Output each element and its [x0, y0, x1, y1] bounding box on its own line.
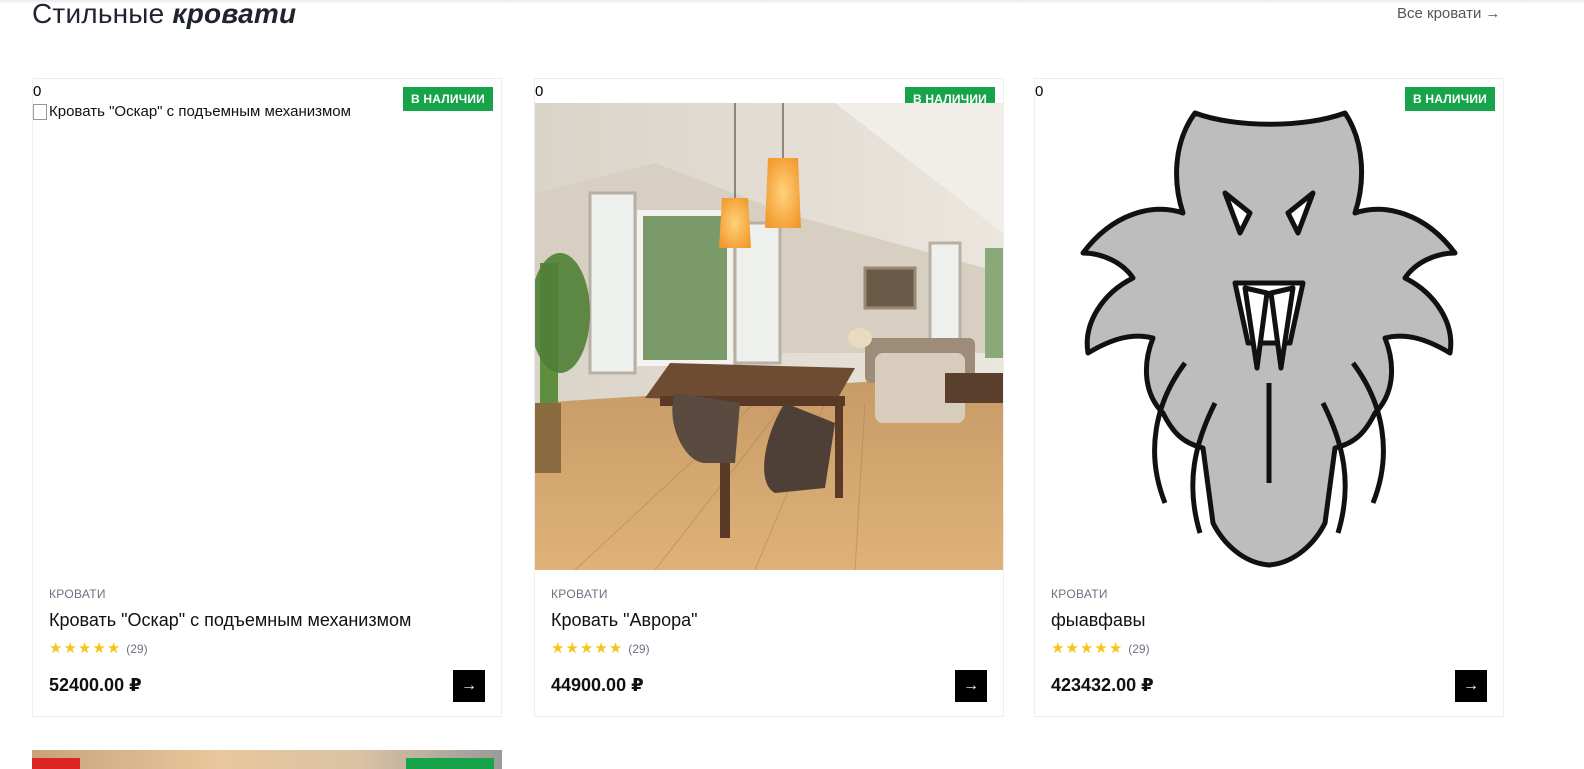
arrow-right-icon: → — [963, 677, 979, 694]
product-title[interactable]: Кровать "Аврора" — [551, 610, 698, 631]
all-beds-link[interactable]: Все кровати → — [1397, 5, 1500, 22]
section-title-emphasis: кровати — [172, 0, 297, 29]
star-icon: ★ — [63, 640, 77, 657]
open-product-button[interactable]: → — [955, 670, 987, 702]
product-category: КРОВАТИ — [551, 587, 608, 601]
broken-image-placeholder: Кровать "Оскар" с подъемным механизмом — [33, 103, 501, 120]
open-product-button[interactable]: → — [453, 670, 485, 702]
product-price: 52400.00 ₽ — [49, 675, 142, 695]
interior-photo-image — [535, 103, 1003, 570]
star-icon: ★ — [565, 640, 579, 657]
tiger-drawing-image — [1080, 110, 1458, 568]
star-icon: ★ — [1079, 640, 1094, 657]
arrow-right-icon: → — [1485, 5, 1501, 22]
product-card[interactable]: 0 В НАЛИЧИИ КРОВАТИ фыавфавы ★ ★ ★ ★ ★ (… — [1034, 78, 1504, 717]
arrow-right-icon: → — [1463, 677, 1479, 694]
star-icon: ★ — [106, 640, 121, 657]
broken-image-icon — [33, 104, 47, 120]
product-counter: 0 — [535, 83, 544, 100]
star-icon: ★ — [551, 640, 565, 657]
product-rating: ★ ★ ★ ★ ★ (29) — [551, 641, 650, 656]
product-category: КРОВАТИ — [49, 587, 106, 601]
section-title-plain: Стильные — [32, 0, 165, 29]
review-count: (29) — [1128, 641, 1150, 656]
product-category: КРОВАТИ — [1051, 587, 1108, 601]
product-rating: ★ ★ ★ ★ ★ (29) — [49, 641, 148, 656]
product-counter: 0 — [33, 83, 42, 100]
next-product-card-partial[interactable] — [32, 750, 502, 769]
review-count: (29) — [126, 641, 148, 656]
review-count: (29) — [628, 641, 650, 656]
product-image[interactable] — [1035, 103, 1503, 570]
product-card[interactable]: 0 В НАЛИЧИИ КРОВАТИ Кровать "Аврора" ★ ★… — [534, 78, 1004, 717]
product-image[interactable]: Кровать "Оскар" с подъемным механизмом — [33, 103, 501, 570]
product-price: 44900.00 ₽ — [551, 675, 644, 695]
sale-badge-partial — [32, 758, 80, 769]
star-icon: ★ — [92, 640, 106, 657]
product-title[interactable]: Кровать "Оскар" с подъемным механизмом — [49, 610, 411, 631]
arrow-right-icon: → — [461, 677, 477, 694]
product-title[interactable]: фыавфавы — [1051, 610, 1145, 631]
star-icon: ★ — [608, 640, 623, 657]
product-price: 423432.00 ₽ — [1051, 675, 1154, 695]
star-icon: ★ — [579, 640, 594, 657]
product-rating: ★ ★ ★ ★ ★ (29) — [1051, 641, 1150, 656]
image-alt-text: Кровать "Оскар" с подъемным механизмом — [49, 103, 351, 120]
all-beds-link-label: Все кровати — [1397, 5, 1482, 22]
star-icon: ★ — [1051, 640, 1065, 657]
product-image[interactable] — [535, 103, 1003, 570]
product-card[interactable]: 0 В НАЛИЧИИ Кровать "Оскар" с подъемным … — [32, 78, 502, 717]
product-counter: 0 — [1035, 83, 1044, 100]
star-icon: ★ — [1108, 640, 1123, 657]
open-product-button[interactable]: → — [1455, 670, 1487, 702]
section-title: Стильные кровати — [32, 0, 296, 30]
star-icon: ★ — [1094, 640, 1108, 657]
in-stock-badge-partial — [406, 758, 494, 769]
star-icon: ★ — [1065, 640, 1079, 657]
star-icon: ★ — [77, 640, 92, 657]
star-icon: ★ — [49, 640, 63, 657]
star-icon: ★ — [594, 640, 608, 657]
